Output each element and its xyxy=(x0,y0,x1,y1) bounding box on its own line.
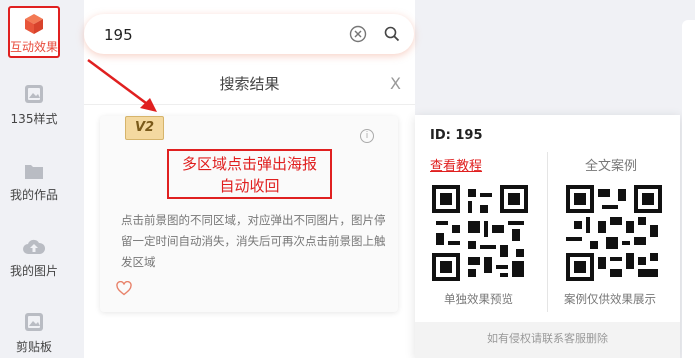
cloud-upload-icon xyxy=(23,239,45,254)
sidebar-item-label: 互动效果 xyxy=(10,40,59,54)
sidebar-item-label: 剪贴板 xyxy=(15,340,52,354)
search-input[interactable] xyxy=(102,24,346,46)
case-caption: 案例仅供效果展示 xyxy=(564,292,656,306)
cube-icon xyxy=(25,14,43,34)
search-icon[interactable] xyxy=(383,25,401,43)
image-icon xyxy=(25,85,43,103)
editor-area xyxy=(682,20,695,358)
full-case-label: 全文案例 xyxy=(585,159,638,174)
card-description: 点击前景图的不同区域，对应弹出不同图片，图片停留一定时间自动消失，消失后可再次点… xyxy=(121,213,386,269)
card-title-line1: 多区域点击弹出海报 xyxy=(181,155,317,173)
folder-icon xyxy=(25,165,43,179)
copyright-notice: 如有侵权请联系客服删除 xyxy=(415,322,680,358)
card-title-line2: 自动收回 xyxy=(219,177,280,195)
sidebar-item-135-styles[interactable]: 135样式 xyxy=(0,84,68,127)
sidebar: 互动效果 135样式 我的作品 我的图片 剪贴板 xyxy=(0,0,68,358)
sidebar-item-label: 我的作品 xyxy=(9,188,58,202)
view-tutorial-link[interactable]: 查看教程 xyxy=(430,155,482,174)
version-badge: V2 xyxy=(125,116,164,140)
sidebar-item-label: 我的图片 xyxy=(9,264,58,278)
qr-code-case-icon xyxy=(566,185,662,281)
vertical-divider xyxy=(547,152,548,312)
info-icon[interactable]: i xyxy=(360,129,374,143)
sidebar-item-clipboard[interactable]: 剪贴板 xyxy=(0,312,68,355)
qr-code-preview-icon xyxy=(432,185,528,281)
card-title[interactable]: 多区域点击弹出海报 自动收回 xyxy=(167,149,332,199)
clear-icon[interactable] xyxy=(349,25,367,43)
effect-id: ID: 195 xyxy=(430,128,483,143)
divider xyxy=(84,104,415,105)
search-bar xyxy=(84,14,414,54)
search-results-title: 搜索结果 xyxy=(219,75,280,93)
heart-icon[interactable] xyxy=(116,281,132,296)
sidebar-item-my-images[interactable]: 我的图片 xyxy=(0,238,68,279)
sidebar-item-label: 135样式 xyxy=(10,112,58,126)
sidebar-item-interactive-effects[interactable]: 互动效果 xyxy=(8,6,60,58)
preview-caption: 单独效果预览 xyxy=(444,292,513,306)
sidebar-item-my-works[interactable]: 我的作品 xyxy=(0,162,68,203)
clipboard-icon xyxy=(25,313,43,331)
close-button[interactable]: X xyxy=(390,74,401,93)
